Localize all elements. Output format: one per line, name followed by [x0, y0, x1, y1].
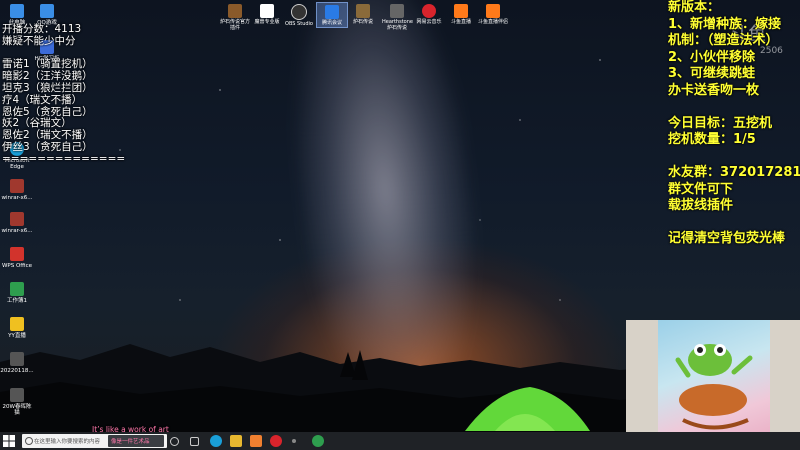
running-app-title: 像是一件艺术品 [111, 439, 150, 445]
overlay-right-line: 挖机数量：1/5 [668, 132, 756, 147]
hearthstone-plugin-icon [228, 4, 242, 18]
overlay-left-line: 坦克3（狼烂拦团） [2, 81, 93, 94]
task-view-icon[interactable] [190, 437, 199, 446]
overlay-left-line: 疗4（瑞文不播） [2, 93, 83, 106]
desktop-icon-hs-plugin[interactable]: 炉石传说官方插件 [220, 2, 250, 31]
obs-icon[interactable] [292, 439, 296, 443]
desktop-icon-yy[interactable]: YY直播 [0, 315, 34, 339]
douyu-icon[interactable] [250, 435, 262, 447]
overlay-right-line [668, 215, 800, 232]
overlay-right-line: 机制：（塑造法术） [668, 33, 779, 48]
desktop-icon-hearthstone-en[interactable]: Hearthstone 炉石传说 [382, 2, 413, 31]
desktop-icon-file-2[interactable]: 20W春晖陈 猫 [0, 386, 34, 416]
overlay-left-line: 伊丝3（贪死自己） [2, 140, 93, 153]
tencent-meeting-icon [325, 5, 339, 19]
overlay-right-line: 群文件可下 [668, 181, 734, 197]
wps-icon [10, 247, 24, 261]
desktop-icon-workbook[interactable]: 工作簿1 [0, 280, 34, 304]
overlay-right-line [668, 149, 800, 166]
computer-icon [10, 4, 24, 18]
overlay-right-line: 2、小伙伴移除 [668, 49, 756, 65]
netease-music-icon [422, 4, 436, 18]
windows-start-icon[interactable] [3, 435, 15, 447]
search-icon [25, 437, 33, 445]
desktop-icon-netease-music[interactable]: 网易云音乐 [414, 2, 444, 26]
overlay-right-line [668, 99, 800, 116]
qq-game-icon [40, 4, 54, 18]
overlay-right-line: 水友群：372017281 [668, 165, 800, 180]
stream-overlay-left: 开播分数：4113 嫌疑不能少中分 雷诺1（骑置挖机） 暗影2（汪洋没鹅） 坦克… [2, 23, 126, 166]
desktop-icon-wps[interactable]: WPS Office [0, 245, 34, 269]
taskbar: 在这里输入你要搜索的内容 像是一件艺术品 [0, 432, 800, 450]
netease-music-icon[interactable] [270, 435, 282, 447]
desktop-icon-douyu-companion[interactable]: 斗鱼直播伴侣 [478, 2, 508, 26]
desktop-icon-tencent-meeting[interactable]: 腾讯会议 [316, 2, 348, 28]
douyu-icon [486, 4, 500, 18]
obs-icon [291, 4, 307, 20]
desktop-icon-winrar-1[interactable]: winrar-x6... [0, 177, 34, 201]
overlay-right-line: 办卡送香吻一枚 [668, 82, 760, 98]
overlay-right-line: 载拔线插件 [668, 198, 734, 213]
hearthstone-icon [356, 4, 370, 18]
edge-icon[interactable] [210, 435, 222, 447]
taskbar-running-app[interactable]: 像是一件艺术品 [108, 435, 164, 447]
desktop-icon-winrar-2[interactable]: winrar-x6... [0, 210, 34, 234]
desktop-icon-warcraft-pro[interactable]: 魔兽专业版 [252, 2, 282, 26]
glowing-tent [465, 387, 590, 431]
desktop-icon-file-1[interactable]: 20220118... [0, 350, 34, 374]
file-icon [10, 352, 24, 366]
spreadsheet-icon [10, 282, 24, 296]
douyu-icon [454, 4, 468, 18]
overlay-right-line: 3、可继续跳蛙 [668, 66, 756, 81]
warcraft-icon [260, 4, 274, 18]
file-icon [10, 388, 24, 402]
search-placeholder: 在这里输入你要搜索的内容 [34, 439, 101, 445]
overlay-left-line: 嫌疑不能少中分 [2, 34, 76, 47]
cortana-icon[interactable] [170, 437, 179, 446]
overlay-right-line: 记得清空背包荧光棒 [668, 231, 786, 246]
overlay-right-line: 今日目标：五挖机 [668, 115, 773, 131]
frog-artwork [658, 320, 770, 450]
hearthstone-icon [390, 4, 404, 18]
winrar-icon [10, 212, 24, 226]
yy-icon [10, 317, 24, 331]
overlay-right-line: 1、新增种族：嫁接 [668, 16, 782, 32]
webcam-overlay [626, 320, 800, 450]
chrome-icon[interactable] [312, 435, 324, 447]
stream-overlay-right: 新版本： 1、新增种族：嫁接 机制：（塑造法术） 2、小伙伴移除 3、可继续跳蛙… [668, 0, 800, 248]
desktop-icon-douyu[interactable]: 斗鱼直播 [446, 2, 476, 26]
desktop-icon-obs[interactable]: OBS Studio [284, 2, 314, 28]
winrar-icon [10, 179, 24, 193]
frog-figure-icon [675, 344, 753, 430]
desktop-icon-hearthstone[interactable]: 炉石传说 [348, 2, 378, 26]
overlay-right-line: 新版本： [668, 0, 721, 15]
overlay-left-line: ============== [2, 152, 126, 165]
file-explorer-icon[interactable] [230, 435, 242, 447]
